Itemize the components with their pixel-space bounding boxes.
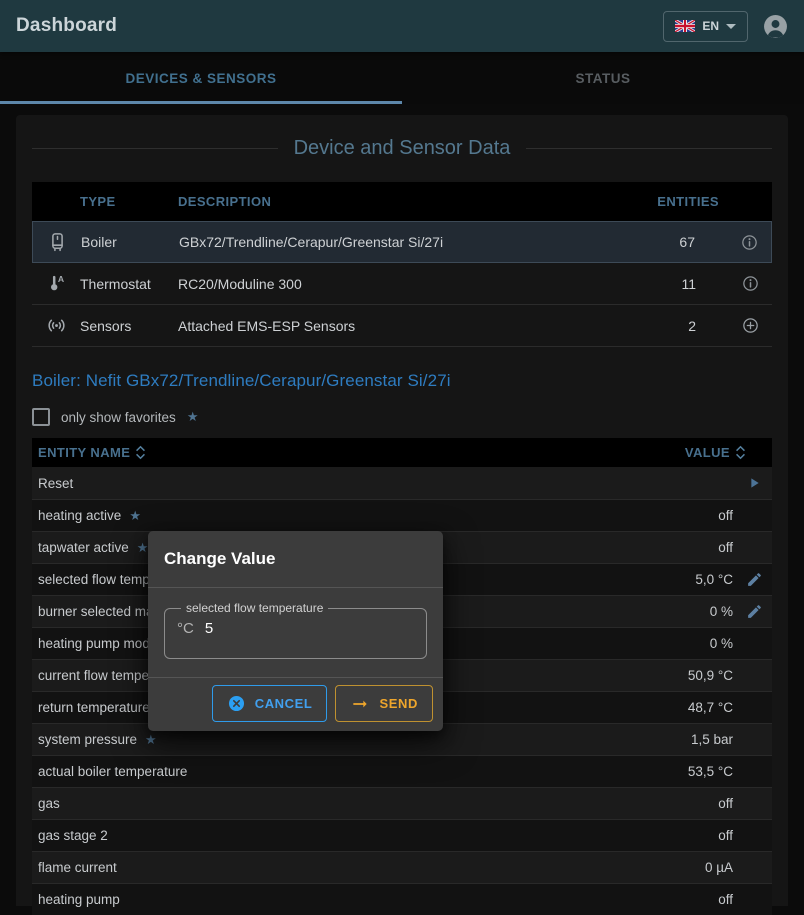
favorite-star-icon: ★ [187, 409, 199, 425]
device-type: Sensors [80, 318, 178, 334]
favorite-star-icon: ★ [129, 508, 141, 524]
entity-value: 0 µA [616, 860, 736, 875]
svg-text:A: A [57, 274, 63, 284]
send-button[interactable]: SEND [335, 685, 433, 722]
device-entity-count: 11 [632, 276, 728, 292]
play-icon[interactable] [736, 475, 772, 491]
entity-name: heating pump [32, 892, 616, 907]
device-description: RC20/Moduline 300 [178, 276, 632, 292]
cancel-icon [227, 694, 246, 713]
entity-row: heating active★off [32, 499, 772, 531]
column-entities: ENTITIES [632, 194, 728, 209]
entity-value: 53,5 °C [616, 764, 736, 779]
language-selector[interactable]: EN [663, 11, 748, 42]
entity-value: 0 % [616, 604, 736, 619]
add-circle-icon[interactable] [728, 316, 772, 335]
info-icon[interactable] [727, 233, 771, 252]
value-input-label: selected flow temperature [181, 601, 328, 615]
account-icon[interactable] [763, 14, 788, 39]
entity-row: flame current0 µA [32, 851, 772, 883]
entity-value: 5,0 °C [616, 572, 736, 587]
section-heading: Device and Sensor Data [32, 137, 772, 160]
edit-icon[interactable] [736, 603, 772, 620]
column-entity-name-sort[interactable]: ENTITY NAME [32, 445, 616, 460]
content-card: Device and Sensor Data TYPE DESCRIPTION … [16, 115, 788, 906]
active-tab-indicator [0, 101, 402, 104]
tab-status[interactable]: STATUS [402, 52, 804, 104]
entity-row: gas stage 2off [32, 819, 772, 851]
page-title: Dashboard [16, 15, 117, 37]
value-input[interactable]: selected flow temperature °C 5 [164, 601, 427, 659]
sensors-icon [32, 314, 80, 337]
value-input-text[interactable]: 5 [205, 620, 213, 637]
entity-row[interactable]: Reset [32, 467, 772, 499]
arrow-right-icon [350, 694, 370, 714]
dialog-title: Change Value [148, 531, 443, 587]
selected-device-title: Boiler: Nefit GBx72/Trendline/Cerapur/Gr… [32, 371, 772, 391]
column-type: TYPE [80, 194, 178, 209]
sort-icon [135, 445, 146, 460]
entities-table-header: ENTITY NAME VALUE [32, 438, 772, 467]
language-code: EN [702, 19, 719, 33]
uk-flag-icon [675, 20, 695, 32]
devices-table: TYPE DESCRIPTION ENTITIES BoilerGBx72/Tr… [32, 182, 772, 347]
entity-row: actual boiler temperature53,5 °C [32, 755, 772, 787]
dialog-actions: CANCEL SEND [148, 678, 443, 731]
entity-value: 48,7 °C [616, 700, 736, 715]
device-row[interactable]: SensorsAttached EMS-ESP Sensors2 [32, 305, 772, 347]
entity-value: off [616, 828, 736, 843]
thermostat-icon: A [32, 272, 80, 295]
chevron-down-icon [726, 24, 736, 29]
column-value-sort[interactable]: VALUE [616, 445, 772, 460]
change-value-dialog: Change Value selected flow temperature °… [148, 531, 443, 731]
favorite-star-icon: ★ [137, 540, 149, 556]
info-icon[interactable] [728, 274, 772, 293]
column-description: DESCRIPTION [178, 194, 632, 209]
entity-value: off [616, 508, 736, 523]
entity-row: heating pumpoff [32, 883, 772, 915]
tab-devices-sensors[interactable]: DEVICES & SENSORS [0, 52, 402, 104]
entity-value: 1,5 bar [616, 732, 736, 747]
unit-adornment: °C [177, 620, 194, 637]
device-type: Thermostat [80, 276, 178, 292]
entity-value: off [616, 796, 736, 811]
entity-value: off [616, 540, 736, 555]
favorites-label: only show favorites [61, 410, 176, 425]
device-row[interactable]: BoilerGBx72/Trendline/Cerapur/Greenstar … [32, 221, 772, 263]
entity-row: gasoff [32, 787, 772, 819]
entity-name: gas [32, 796, 616, 811]
favorite-star-icon: ★ [145, 732, 157, 748]
app-bar: Dashboard EN [0, 0, 804, 52]
favorites-checkbox[interactable] [32, 408, 50, 426]
entity-name: heating active★ [32, 508, 616, 524]
entity-name: gas stage 2 [32, 828, 616, 843]
sort-icon [735, 445, 746, 460]
entity-value: 50,9 °C [616, 668, 736, 683]
favorites-filter[interactable]: only show favorites ★ [32, 408, 772, 426]
entity-name: actual boiler temperature [32, 764, 616, 779]
tab-bar: DEVICES & SENSORS STATUS [0, 52, 804, 104]
device-row[interactable]: A ThermostatRC20/Moduline 30011 [32, 263, 772, 305]
entity-value: off [616, 892, 736, 907]
device-entity-count: 67 [631, 234, 727, 250]
boiler-icon [33, 231, 81, 254]
dialog-content: selected flow temperature °C 5 [148, 587, 443, 678]
device-description: GBx72/Trendline/Cerapur/Greenstar Si/27i [179, 234, 631, 250]
entity-name: Reset [32, 476, 616, 491]
device-type: Boiler [81, 234, 179, 250]
device-description: Attached EMS-ESP Sensors [178, 318, 632, 334]
entity-name: flame current [32, 860, 616, 875]
entity-name: system pressure★ [32, 732, 616, 748]
devices-table-header: TYPE DESCRIPTION ENTITIES [32, 182, 772, 221]
edit-icon[interactable] [736, 571, 772, 588]
cancel-button[interactable]: CANCEL [212, 685, 328, 722]
device-entity-count: 2 [632, 318, 728, 334]
entity-value: 0 % [616, 636, 736, 651]
